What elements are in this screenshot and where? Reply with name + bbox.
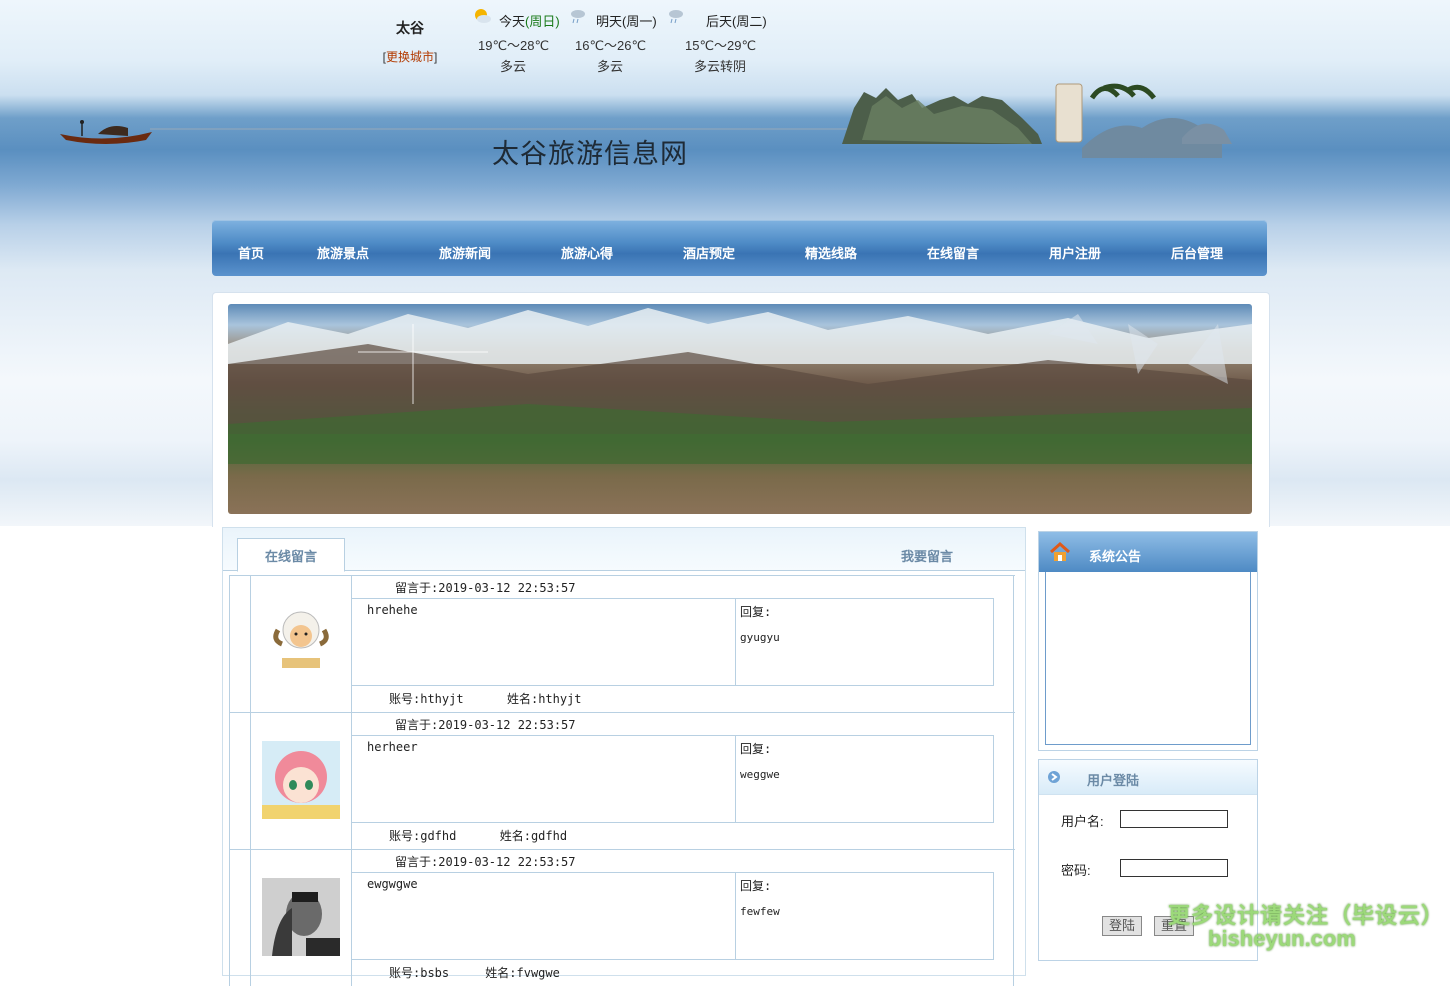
row-gutter xyxy=(993,850,1014,986)
reply-text: weggwe xyxy=(740,768,780,781)
change-city-link[interactable]: [更换城市] xyxy=(378,48,442,65)
nav-register[interactable]: 用户注册 xyxy=(1049,220,1101,276)
sheep-avatar xyxy=(273,611,329,668)
site-title: 太谷旅游信息网 xyxy=(492,139,688,169)
row-gutter xyxy=(229,850,251,986)
man-photo-avatar xyxy=(262,878,340,956)
anime-girl-avatar xyxy=(262,741,340,819)
reply-text: fewfew xyxy=(740,905,780,918)
main-nav: 首页 旅游景点 旅游新闻 旅游心得 酒店预定 精选线路 在线留言 用户注册 后台… xyxy=(212,220,1267,276)
weather-day-today: 今天(周日) xyxy=(499,14,560,29)
arrow-circle-icon xyxy=(1048,771,1060,783)
nav-experiences[interactable]: 旅游心得 xyxy=(561,220,613,276)
username-label: 用户名: xyxy=(1061,814,1104,829)
weather-desc-today: 多云 xyxy=(500,59,527,74)
weather-day-tomorrow: 明天(周一) xyxy=(596,14,657,29)
reply-label: 回复: xyxy=(740,879,772,893)
avatar-cell xyxy=(250,850,352,986)
login-header: 用户登陆 xyxy=(1039,760,1257,795)
islands-illustration xyxy=(842,83,1232,158)
weather-desc-after: 多云转阴 xyxy=(694,59,747,74)
rain-cloud-icon xyxy=(669,10,683,24)
notice-box: 系统公告 xyxy=(1038,531,1258,751)
message-content: hrehehe xyxy=(367,603,418,617)
notice-content xyxy=(1045,572,1251,745)
weather-city: 太谷 xyxy=(396,20,424,36)
reply-label: 回复: xyxy=(740,605,772,619)
nav-hotel-booking[interactable]: 酒店预定 xyxy=(683,220,735,276)
weather-day-after: 后天(周二) xyxy=(706,14,767,29)
login-button[interactable]: 登陆 xyxy=(1102,916,1143,936)
post-message-link[interactable]: 我要留言 xyxy=(901,540,953,570)
bridge-line xyxy=(150,128,850,130)
row-gutter xyxy=(229,576,251,712)
password-label: 密码: xyxy=(1061,863,1091,878)
avatar-cell xyxy=(250,576,352,712)
notice-header: 系统公告 xyxy=(1039,532,1257,572)
boat-illustration xyxy=(60,120,152,144)
message-time: 留言于:2019-03-12 22:53:57 xyxy=(395,581,576,595)
avatar-cell xyxy=(250,713,352,849)
banner-image xyxy=(228,304,1252,514)
message-content: herheer xyxy=(367,740,418,754)
nav-routes[interactable]: 精选线路 xyxy=(805,220,857,276)
message-time: 留言于:2019-03-12 22:53:57 xyxy=(395,855,576,869)
weather-desc-tomorrow: 多云 xyxy=(597,59,624,74)
message-body: herheer 回复: weggwe xyxy=(351,735,994,823)
reply-cell: 回复: fewfew xyxy=(735,873,994,959)
watermark-url: bisheyun.com xyxy=(1208,926,1356,951)
message-time: 留言于:2019-03-12 22:53:57 xyxy=(395,718,576,732)
reply-cell: 回复: weggwe xyxy=(735,736,994,822)
weather-temp-after: 15℃～29℃ xyxy=(685,38,757,53)
guestbook-tabs: 在线留言 我要留言 xyxy=(223,528,1025,572)
tab-guestbook[interactable]: 在线留言 xyxy=(237,538,345,572)
password-input[interactable] xyxy=(1120,859,1228,877)
row-gutter xyxy=(229,713,251,849)
guestbook-panel: 在线留言 我要留言 留言于:2019-03-12 22:53:57 hreheh… xyxy=(222,527,1026,986)
message-body: ewgwgwe 回复: fewfew xyxy=(351,872,994,960)
username-input[interactable] xyxy=(1120,810,1228,828)
home-icon xyxy=(1050,542,1070,561)
row-gutter xyxy=(993,576,1014,712)
nav-news[interactable]: 旅游新闻 xyxy=(439,220,491,276)
reply-label: 回复: xyxy=(740,742,772,756)
message-content: ewgwgwe xyxy=(367,877,418,891)
login-title: 用户登陆 xyxy=(1087,773,1140,788)
message-meta: 账号:bsbs 姓名:fvwgwe xyxy=(389,966,560,980)
message-meta: 账号:hthyjt 姓名:hthyjt xyxy=(389,692,582,706)
row-gutter xyxy=(993,713,1014,849)
message-list: 留言于:2019-03-12 22:53:57 hrehehe 回复: gyug… xyxy=(229,575,1015,986)
weather-temp-tomorrow: 16℃～26℃ xyxy=(575,38,647,53)
weather-temp-today: 19℃～28℃ xyxy=(478,38,550,53)
message-meta: 账号:gdfhd 姓名:gdfhd xyxy=(389,829,568,843)
reply-cell: 回复: gyugyu xyxy=(735,599,994,685)
notice-title: 系统公告 xyxy=(1089,549,1142,564)
message-body: hrehehe 回复: gyugyu xyxy=(351,598,994,686)
nav-attractions[interactable]: 旅游景点 xyxy=(317,220,369,276)
nav-home[interactable]: 首页 xyxy=(238,220,264,276)
sun-cloud-icon xyxy=(475,9,491,23)
nav-guestbook[interactable]: 在线留言 xyxy=(927,220,979,276)
rain-cloud-icon xyxy=(571,10,585,24)
message-row: 留言于:2019-03-12 22:53:57 herheer 回复: wegg… xyxy=(229,712,1015,849)
message-row: 留言于:2019-03-12 22:53:57 hrehehe 回复: gyug… xyxy=(229,575,1015,712)
message-row: 留言于:2019-03-12 22:53:57 ewgwgwe 回复: fewf… xyxy=(229,849,1015,986)
reply-text: gyugyu xyxy=(740,631,780,644)
nav-admin[interactable]: 后台管理 xyxy=(1171,220,1223,276)
